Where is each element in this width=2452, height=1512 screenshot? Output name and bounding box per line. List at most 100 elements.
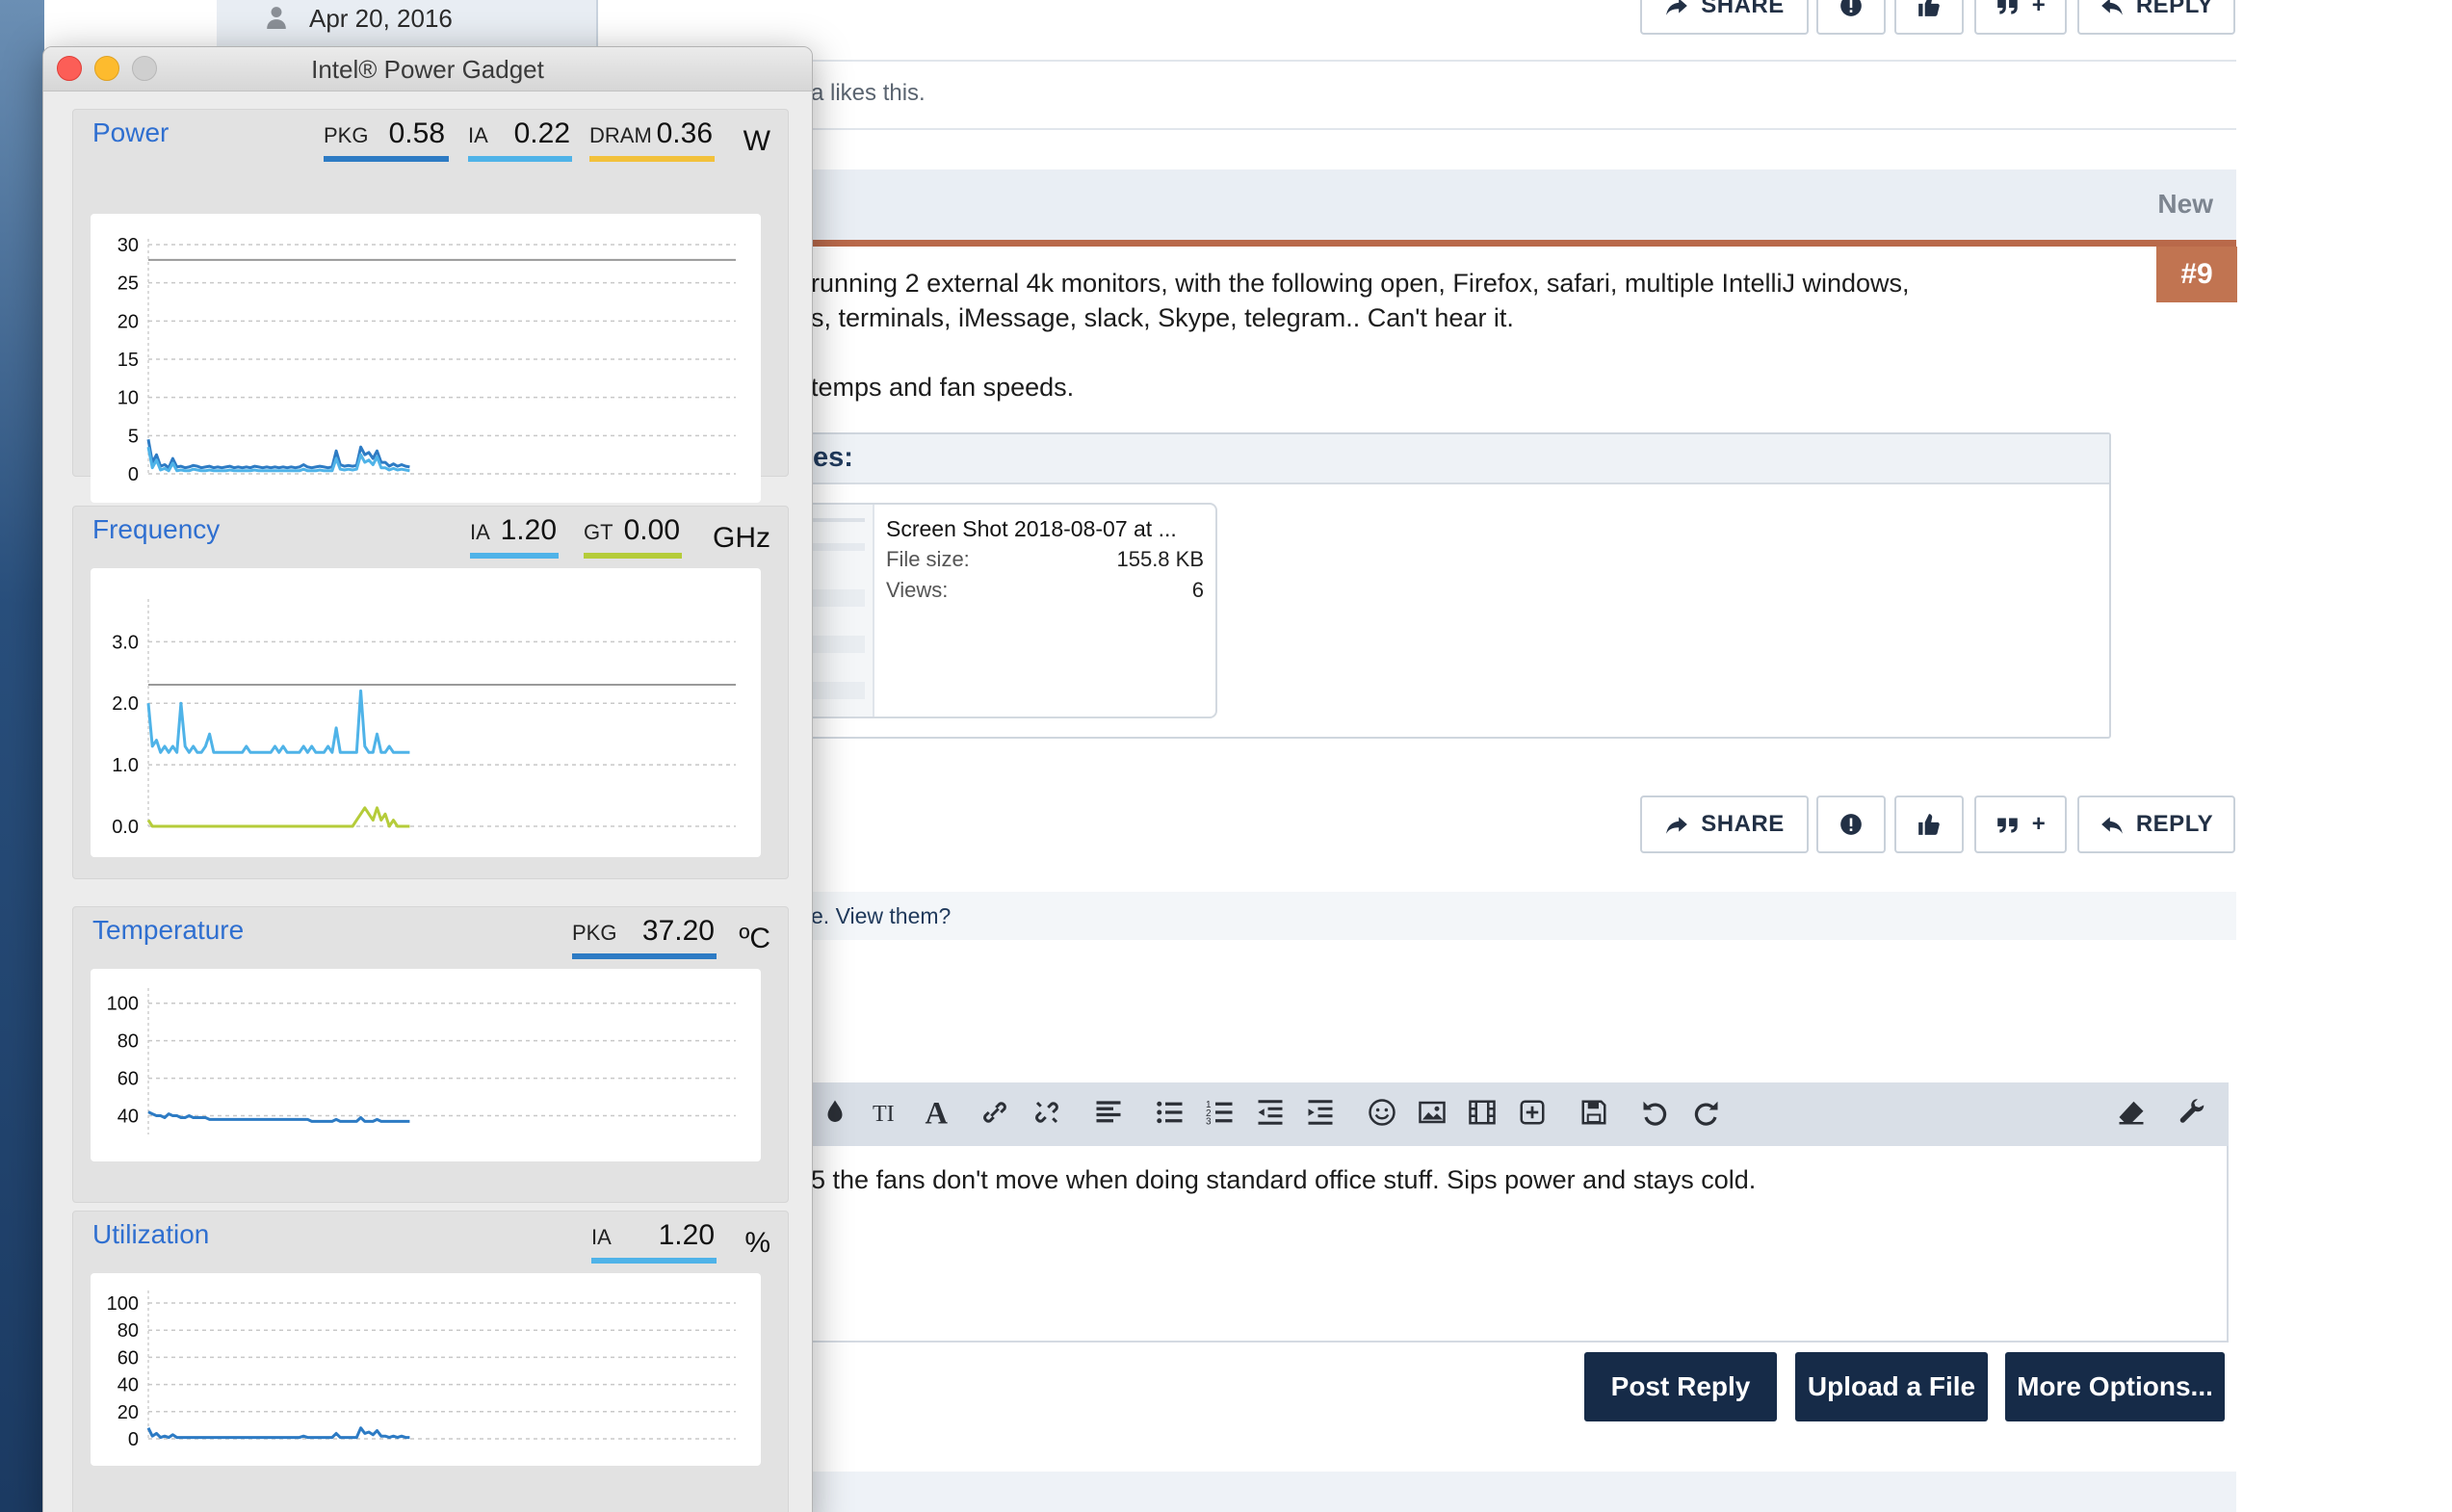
y-tick-label: 2.0 xyxy=(112,693,139,715)
svg-text:A: A xyxy=(926,1098,949,1127)
save-draft-icon[interactable] xyxy=(1578,1098,1610,1131)
y-tick-label: 5 xyxy=(128,426,139,447)
ia-power-metric: IA 0.22 xyxy=(468,117,572,162)
like-button-top[interactable] xyxy=(1894,0,1964,35)
bullet-list-icon[interactable] xyxy=(1154,1098,1187,1131)
power-title: Power xyxy=(92,117,170,147)
frequency-panel: Frequency IA 1.20 GT 0.00 GHz 0.0 1.0 2.0 3… xyxy=(72,506,789,879)
color-icon[interactable] xyxy=(819,1098,851,1131)
series-line-ia xyxy=(146,1426,410,1440)
report-button-top[interactable] xyxy=(1816,0,1886,35)
ia-power-bar xyxy=(468,156,572,162)
upload-file-button[interactable]: Upload a File xyxy=(1795,1352,1988,1421)
y-tick-label: 0 xyxy=(128,1429,139,1450)
temperature-chart: 40 60 80 100 xyxy=(91,969,761,1161)
reply-button[interactable]: REPLY xyxy=(2077,795,2235,853)
frequency-title: Frequency xyxy=(92,514,221,544)
gt-frequency-bar xyxy=(584,553,682,559)
power-chart: 0 5 10 15 20 25 30 xyxy=(91,214,761,503)
pkg-temperature-metric: PKG 37.20 xyxy=(572,915,717,959)
undo-icon[interactable] xyxy=(1639,1098,1672,1131)
join-date: Apr 20, 2016 xyxy=(309,4,453,33)
temperature-title: Temperature xyxy=(92,915,245,945)
unlink-icon[interactable] xyxy=(1030,1098,1063,1131)
series-line-ia xyxy=(146,689,410,754)
media-icon[interactable] xyxy=(1466,1098,1499,1131)
smilies-icon[interactable] xyxy=(1366,1098,1398,1131)
share-button-top[interactable]: SHARE xyxy=(1640,0,1809,35)
frequency-unit: GHz xyxy=(713,522,770,554)
attachment-card[interactable]: Screen Shot 2018-08-07 at ... File size:… xyxy=(790,503,1217,718)
y-tick-label: 40 xyxy=(117,1107,139,1128)
post-number[interactable]: #9 xyxy=(2156,247,2237,302)
reply-button-top[interactable]: REPLY xyxy=(2077,0,2235,35)
utilization-chart: 0 20 40 60 80 100 xyxy=(91,1273,761,1466)
like-button[interactable] xyxy=(1894,795,1964,853)
temperature-chart-svg: 40 60 80 100 xyxy=(107,988,736,1134)
window-title: Intel® Power Gadget xyxy=(311,55,544,84)
notice-text[interactable]: e. View them? xyxy=(811,903,951,928)
gt-frequency-metric: GT 0.00 xyxy=(584,514,682,559)
more-options-button[interactable]: More Options... xyxy=(2005,1352,2225,1421)
link-icon[interactable] xyxy=(978,1098,1011,1131)
ia-utilization-metric: IA 1.20 xyxy=(591,1219,717,1264)
post-reply-button[interactable]: Post Reply xyxy=(1584,1352,1777,1421)
font-size-icon[interactable]: TI xyxy=(871,1098,903,1131)
y-tick-label: 30 xyxy=(117,235,139,256)
indent-icon[interactable] xyxy=(1304,1098,1337,1131)
image-icon[interactable] xyxy=(1416,1098,1448,1131)
divider xyxy=(811,60,2236,62)
insert-icon[interactable] xyxy=(1516,1098,1549,1131)
y-tick-label: 15 xyxy=(117,350,139,371)
post-line-3: temps and fan speeds. xyxy=(811,373,1075,402)
y-tick-label: 100 xyxy=(107,994,139,1015)
post-header: New xyxy=(811,169,2236,241)
attachment-name[interactable]: Screen Shot 2018-08-07 at ... xyxy=(886,516,1177,542)
eraser-icon[interactable] xyxy=(2115,1098,2148,1131)
svg-text:TI: TI xyxy=(873,1102,895,1127)
utilization-title: Utilization xyxy=(92,1219,210,1249)
thumbs-up-icon xyxy=(1918,0,1940,16)
power-unit: W xyxy=(743,125,770,157)
y-tick-label: 10 xyxy=(117,388,139,409)
redo-icon[interactable] xyxy=(1689,1098,1722,1131)
report-button[interactable] xyxy=(1816,795,1886,853)
post-line-1: running 2 external 4k monitors, with the… xyxy=(811,269,1910,298)
utilization-chart-svg: 0 20 40 60 80 100 xyxy=(107,1290,736,1450)
frequency-chart-svg: 0.0 1.0 2.0 3.0 xyxy=(112,599,736,838)
power-gadget-window: Intel® Power Gadget Power PKG 0.58 IA 0.… xyxy=(42,46,813,1512)
quote-icon xyxy=(1996,0,2018,14)
quote-icon xyxy=(1996,818,2018,833)
y-tick-label: 0 xyxy=(128,464,139,485)
align-left-icon[interactable] xyxy=(1092,1098,1125,1131)
numbered-list-icon[interactable]: 123 xyxy=(1204,1098,1237,1131)
multiquote-button-top[interactable]: + xyxy=(1974,0,2067,35)
pkg-power-bar xyxy=(324,156,449,162)
y-tick-label: 20 xyxy=(117,311,139,332)
share-button[interactable]: SHARE xyxy=(1640,795,1809,853)
reply-editor[interactable]: 5 the fans don't move when doing standar… xyxy=(811,1146,2229,1343)
multiquote-button[interactable]: + xyxy=(1974,795,2067,853)
user-icon xyxy=(267,7,286,29)
ignored-content-notice[interactable]: e. View them? xyxy=(811,892,2236,940)
power-panel: Power PKG 0.58 IA 0.22 DRAM 0.36 W 0 5 10 1… xyxy=(72,109,789,503)
pkg-power-metric: PKG 0.58 xyxy=(324,117,449,162)
share-icon xyxy=(1666,0,1688,15)
wrench-icon[interactable] xyxy=(2177,1098,2209,1131)
y-tick-label: 0.0 xyxy=(112,817,139,838)
series-line-pkg xyxy=(147,1110,410,1123)
editor-toolbar: TI A 123 xyxy=(811,1082,2229,1146)
ia-frequency-metric: IA 1.20 xyxy=(470,514,559,559)
window-titlebar[interactable]: Intel® Power Gadget xyxy=(43,47,812,91)
y-tick-label: 80 xyxy=(117,1031,139,1053)
svg-text:3: 3 xyxy=(1206,1117,1212,1128)
ia-frequency-bar xyxy=(470,553,559,559)
y-tick-label: 40 xyxy=(117,1375,139,1396)
frequency-chart: 0.0 1.0 2.0 3.0 xyxy=(91,568,761,857)
pkg-temperature-bar xyxy=(572,953,717,959)
outdent-icon[interactable] xyxy=(1254,1098,1287,1131)
editor-text[interactable]: 5 the fans don't move when doing standar… xyxy=(811,1165,1756,1195)
font-family-icon[interactable]: A xyxy=(921,1096,953,1131)
y-tick-label: 60 xyxy=(117,1347,139,1369)
attachment-file-size: File size: 155.8 KB xyxy=(886,547,1204,571)
